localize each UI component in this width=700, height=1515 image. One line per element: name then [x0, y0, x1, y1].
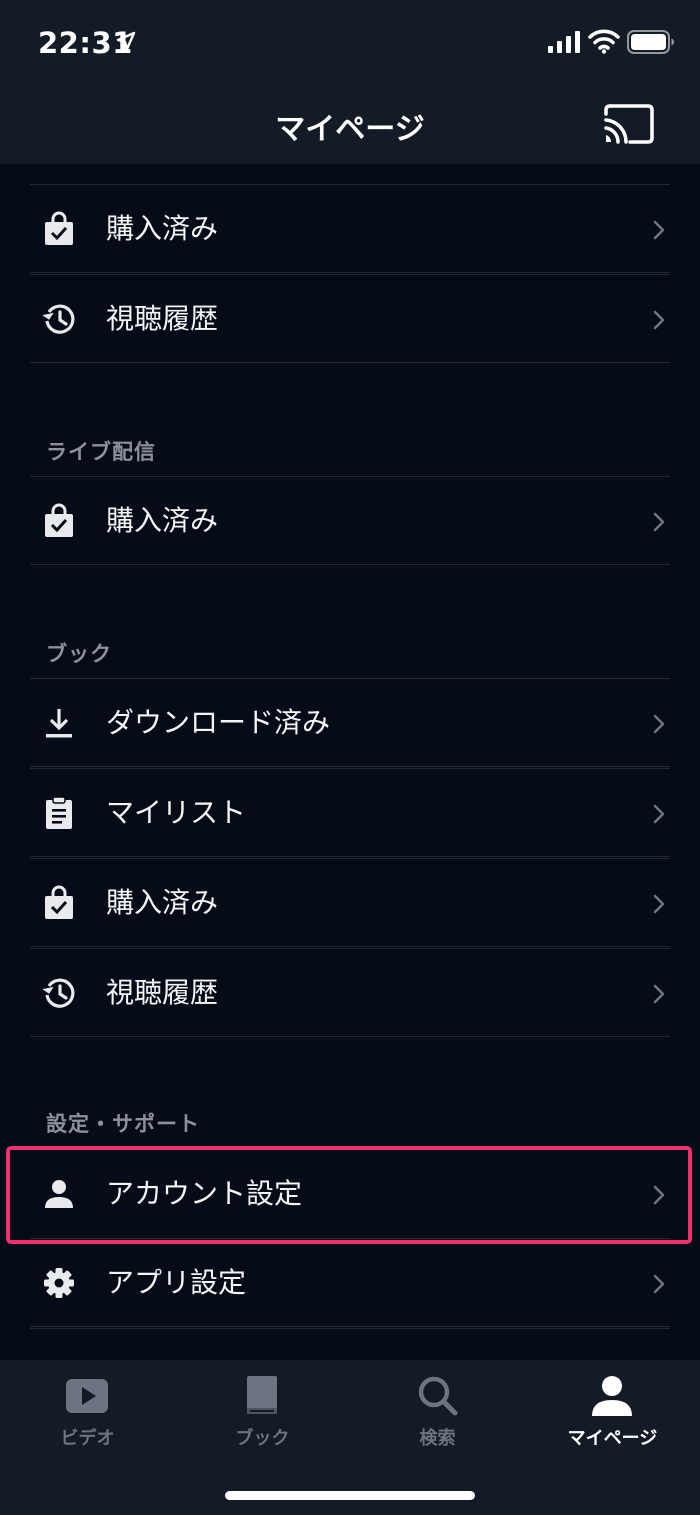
status-bar: 22:31: [0, 0, 700, 88]
list-item-label: 購入済み: [106, 212, 219, 245]
chevron-right-icon: [653, 310, 665, 330]
shopping-bag-check-icon: [45, 885, 73, 919]
search-icon: [418, 1376, 458, 1416]
tab-mypage[interactable]: マイページ: [525, 1360, 700, 1460]
list-item-label: マイリスト: [106, 796, 247, 829]
tab-label: 検索: [419, 1428, 456, 1449]
location-arrow-icon: [116, 31, 136, 51]
list-item-live-purchased[interactable]: 購入済み: [30, 476, 670, 565]
gear-icon: [44, 1268, 74, 1298]
download-icon: [46, 709, 72, 738]
home-indicator: [225, 1491, 475, 1500]
shopping-bag-check-icon: [45, 503, 73, 537]
list-item-book-history[interactable]: 視聴履歴: [30, 948, 670, 1037]
list-item-label: 購入済み: [106, 504, 219, 537]
chevron-right-icon: [653, 894, 665, 914]
person-icon: [45, 1180, 73, 1208]
mypage-list[interactable]: 購入済み 視聴履歴 ライブ配信 購入済み ブック ダウンロード済み マイリスト …: [0, 164, 700, 1360]
tab-video[interactable]: ビデオ: [0, 1360, 175, 1460]
chevron-right-icon: [653, 512, 665, 532]
chevron-right-icon: [653, 220, 665, 240]
list-item-book-downloaded[interactable]: ダウンロード済み: [30, 678, 670, 767]
cellular-signal-icon: [548, 31, 580, 53]
section-heading-book: ブック: [46, 642, 112, 666]
list-item-label: 視聴履歴: [106, 302, 219, 335]
section-heading-live: ライブ配信: [46, 440, 156, 464]
chevron-right-icon: [653, 1274, 665, 1294]
list-item-label: アカウント設定: [106, 1177, 303, 1210]
chevron-right-icon: [653, 1185, 665, 1205]
chevron-right-icon: [653, 804, 665, 824]
shopping-bag-check-icon: [45, 211, 73, 245]
clipboard-list-icon: [46, 796, 72, 829]
chevron-right-icon: [653, 714, 665, 734]
book-icon: [247, 1376, 277, 1414]
list-item-label: ダウンロード済み: [106, 706, 331, 739]
list-item-account-settings[interactable]: アカウント設定: [30, 1150, 670, 1239]
list-item-label: アプリ設定: [106, 1266, 247, 1299]
page-title: マイページ: [275, 112, 425, 147]
list-item-video-history[interactable]: 視聴履歴: [30, 274, 670, 363]
chevron-right-icon: [653, 984, 665, 1004]
history-icon: [42, 978, 75, 1008]
tab-label: マイページ: [567, 1428, 658, 1449]
list-item-partial[interactable]: [30, 1328, 670, 1360]
list-item-label: 購入済み: [106, 886, 219, 919]
tab-book[interactable]: ブック: [175, 1360, 350, 1460]
history-icon: [42, 304, 75, 334]
battery-icon: [627, 30, 674, 54]
wifi-icon: [588, 29, 620, 54]
list-item-app-settings[interactable]: アプリ設定: [30, 1238, 670, 1327]
list-item-video-purchased[interactable]: 購入済み: [30, 184, 670, 273]
play-icon: [66, 1379, 108, 1413]
tab-label: ブック: [235, 1428, 290, 1449]
person-icon: [592, 1376, 632, 1416]
cast-icon[interactable]: [600, 102, 656, 146]
navigation-bar: マイページ: [0, 88, 700, 164]
list-item-label: 視聴履歴: [106, 976, 219, 1009]
list-item-book-purchased[interactable]: 購入済み: [30, 858, 670, 947]
section-heading-settings: 設定・サポート: [46, 1112, 200, 1136]
tab-search[interactable]: 検索: [350, 1360, 525, 1460]
tab-bar: ビデオ ブック 検索 マイページ: [0, 1360, 700, 1515]
tab-label: ビデオ: [60, 1428, 115, 1449]
list-item-book-mylist[interactable]: マイリスト: [30, 768, 670, 857]
